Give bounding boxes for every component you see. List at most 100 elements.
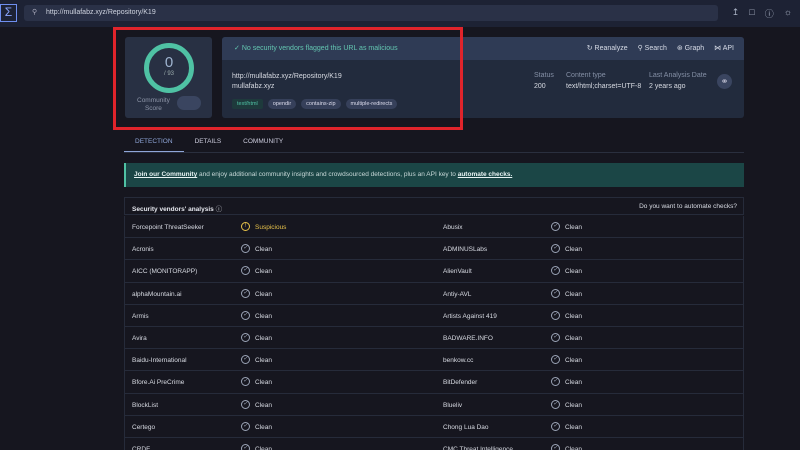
vendor-name: BlockList — [132, 402, 158, 409]
graph-button[interactable]: ⊛ Graph — [677, 44, 704, 52]
scanned-domain[interactable]: mullafabz.xyz — [232, 83, 274, 90]
vendor-name-text: Baidu-International — [132, 357, 187, 365]
search-button[interactable]: ⚲ Search — [638, 44, 667, 52]
vendor-name-text: ADMINUSLabs — [443, 246, 488, 254]
vendor-verdict-text: Clean — [565, 335, 582, 343]
table-row: Certego ✓ Clean Chong Lua Dao ✓ Clean — [125, 416, 743, 438]
score-ring: 0 / 93 — [144, 43, 194, 93]
vendor-name: ADMINUSLabs — [443, 246, 487, 253]
table-row: CRDF ✓ Clean CMC Threat Intelligence ✓ Clean — [125, 438, 743, 450]
vendor-name-text: AlienVault — [443, 268, 472, 276]
vendor-verdict-text: Clean — [565, 224, 582, 232]
vendor-verdict-text: Clean — [565, 446, 582, 450]
check-icon: ✓ — [241, 443, 250, 450]
tab-details[interactable]: DETAILS — [184, 134, 233, 152]
search-input[interactable]: ⚲ http://mullafabz.xyz/Repository/K19 — [24, 5, 718, 21]
tabs: DETECTION DETAILS COMMUNITY — [124, 134, 744, 153]
api-button[interactable]: ⋈ API — [714, 44, 734, 52]
check-icon: ✓ — [551, 244, 560, 254]
vendor-verdict-text: Clean — [255, 335, 272, 343]
vendor-verdict-text: Clean — [255, 401, 272, 409]
vendor-name-text: Acronis — [132, 246, 154, 254]
vendor-verdict-text: Clean — [565, 246, 582, 254]
top-bar: Σ ⚲ http://mullafabz.xyz/Repository/K19 ↥… — [0, 0, 800, 27]
vendor-name: Armis — [132, 313, 149, 320]
table-row: alphaMountain.ai ✓ Clean Antiy-AVL ✓ Clean — [125, 283, 743, 305]
vendor-verdict-text: Clean — [255, 446, 272, 450]
vendor-verdict: ✓ Clean — [241, 332, 272, 343]
check-icon: ✓ — [551, 443, 560, 450]
vendor-verdict: ✓ Clean — [241, 399, 272, 409]
vendor-name: CMC Threat Intelligence — [443, 446, 513, 450]
theme-icon[interactable]: ☼ — [784, 7, 792, 20]
vendor-name: Baidu-International — [132, 357, 187, 364]
date-value: 2 years ago — [649, 83, 686, 90]
vendor-verdict: ✓ Clean — [551, 222, 582, 232]
vendor-verdict: ✓ Clean — [551, 288, 582, 298]
tag[interactable]: opendir — [267, 99, 297, 109]
tab-community[interactable]: COMMUNITY — [232, 134, 294, 152]
vendor-verdict: ✓ Clean — [241, 310, 272, 320]
vendor-verdict: ! Suspicious — [241, 222, 286, 231]
vendor-verdict-text: Clean — [255, 268, 272, 276]
vendor-verdict: ✓ Clean — [551, 332, 582, 343]
vendor-name: AICC (MONITORAPP) — [132, 268, 197, 275]
detections-count: 0 — [164, 54, 174, 71]
vendor-name: alphaMountain.ai — [132, 291, 182, 298]
vendor-verdict: ✓ Clean — [551, 443, 582, 450]
vendor-verdict-text: Clean — [565, 423, 582, 431]
tag[interactable]: multiple-redirects — [345, 99, 398, 109]
vendor-name: CRDF — [132, 446, 150, 450]
vendor-verdict-text: Clean — [255, 379, 272, 387]
community-banner: Join our Community and enjoy additional … — [124, 163, 744, 187]
check-icon: ✓ — [241, 244, 250, 254]
check-icon: ✓ — [551, 310, 560, 320]
vendor-verdict-text: Clean — [565, 268, 582, 276]
virustotal-logo-icon[interactable]: Σ — [0, 4, 17, 22]
upload-icon[interactable]: ↥ — [732, 7, 740, 20]
vendor-name-text: benkow.cc — [443, 357, 474, 365]
vendor-name: Antiy-AVL — [443, 291, 471, 298]
automate-checks-link[interactable]: automate checks. — [458, 171, 513, 178]
vendor-name: Chong Lua Dao — [443, 424, 489, 431]
content-type-value: text/html;charset=UTF-8 — [566, 83, 642, 90]
vendor-name-text: Certego — [132, 423, 156, 431]
vendor-verdict: ✓ Clean — [551, 244, 582, 254]
table-row: Armis ✓ Clean Artists Against 419 ✓ Clean — [125, 305, 743, 327]
check-icon: ✓ — [551, 222, 560, 231]
community-vote-toggle[interactable] — [177, 96, 201, 110]
content-type-label: Content type — [566, 72, 606, 79]
vendor-verdict: ✓ Clean — [241, 244, 272, 254]
automate-checks-text[interactable]: Do you want to automate checks? — [639, 203, 737, 210]
table-row: Bfore.Ai PreCrime ✓ Clean BitDefender ✓ Clean — [125, 371, 743, 394]
vendor-name-text: CRDF — [132, 445, 151, 450]
notifications-icon[interactable]: □ — [749, 7, 754, 20]
help-icon[interactable]: ⓘ — [765, 7, 774, 20]
check-icon: ✓ — [241, 355, 250, 365]
vendor-name-text: BADWARE.INFO — [443, 334, 493, 342]
vendors-table: Forcepoint ThreatSeeker! Suspicious Abusix… — [124, 216, 744, 450]
vendor-name-text: Blueliv — [443, 401, 463, 409]
vendor-verdict-text: Clean — [255, 357, 272, 365]
check-icon: ✓ — [241, 310, 250, 320]
check-icon: ✓ — [551, 399, 560, 409]
check-icon: ✓ — [551, 266, 560, 276]
check-icon: ✓ — [241, 332, 250, 342]
globe-icon: ⚭ — [717, 74, 732, 89]
tag[interactable]: text/html — [232, 99, 263, 109]
check-icon: ✓ — [551, 355, 560, 365]
vendor-verdict-text: Clean — [255, 290, 272, 298]
join-community-link[interactable]: Join our Community — [134, 171, 197, 178]
vendor-verdict: ✓ Clean — [241, 377, 272, 387]
vendor-verdict: ✓ Clean — [241, 266, 272, 276]
info-icon[interactable]: ⓘ — [216, 206, 223, 213]
tag[interactable]: contains-zip — [301, 99, 341, 109]
check-icon: ✓ — [241, 266, 250, 276]
tab-detection[interactable]: DETECTION — [124, 134, 184, 152]
reanalyze-button[interactable]: ↻ Reanalyze — [587, 44, 628, 52]
vendor-name-text: Forcepoint ThreatSeeker — [132, 224, 204, 231]
vendor-verdict-text: Clean — [565, 357, 582, 365]
vendor-name-text: Armis — [132, 312, 149, 320]
banner-text: and enjoy additional community insights … — [197, 171, 458, 178]
vendor-name-text: Avira — [132, 334, 147, 342]
